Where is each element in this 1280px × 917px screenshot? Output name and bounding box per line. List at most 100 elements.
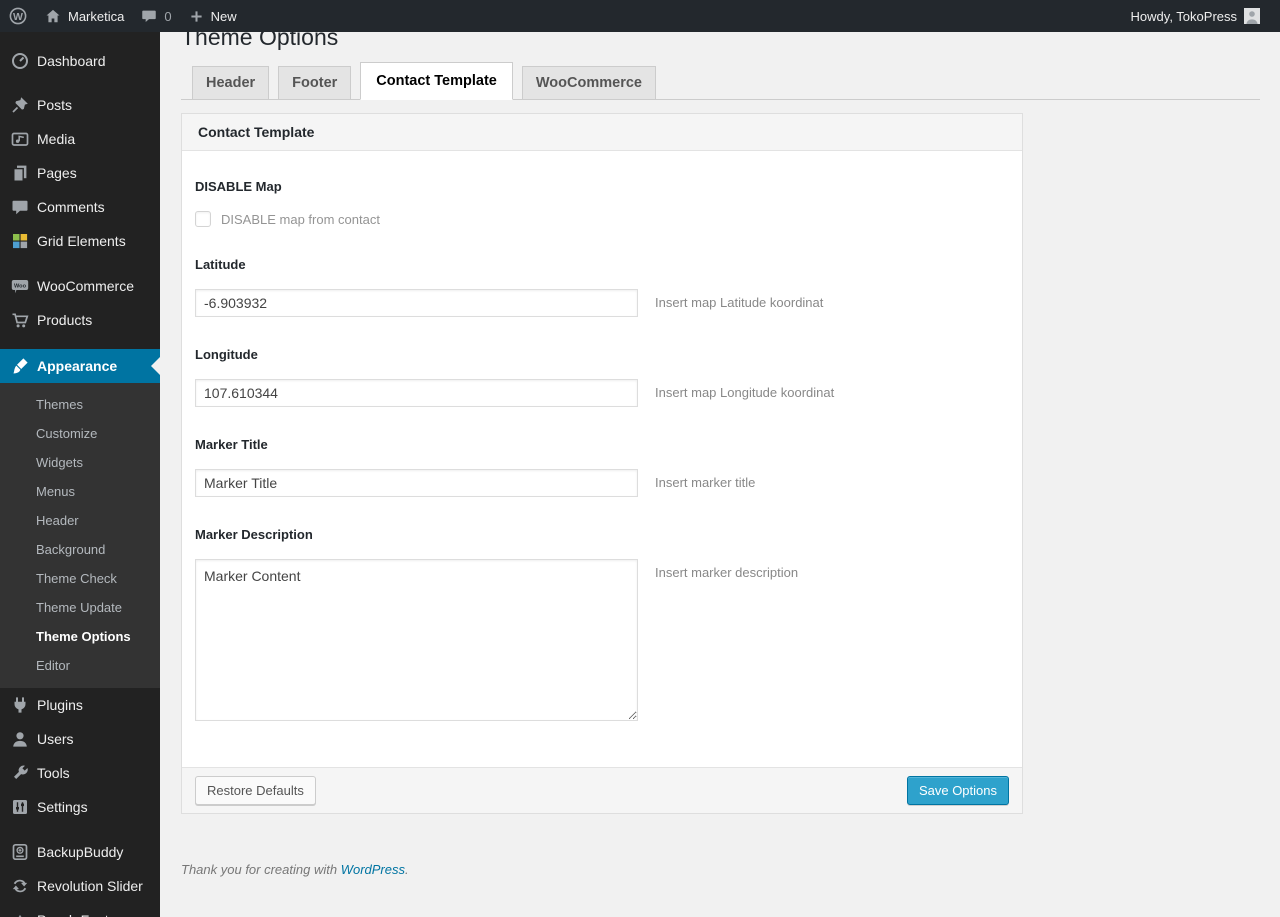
disable-map-checkbox-label: DISABLE map from contact xyxy=(221,211,380,227)
comments-indicator[interactable]: 0 xyxy=(132,0,179,32)
woocommerce-icon: Woo xyxy=(11,280,29,294)
sidebar-item-appearance[interactable]: Appearance xyxy=(0,349,160,383)
disable-map-checkbox[interactable] xyxy=(195,211,211,227)
cart-icon xyxy=(12,313,29,328)
sidebar-item-label: Users xyxy=(37,731,74,747)
sidebar-item-label: Grid Elements xyxy=(37,233,126,249)
disable-map-field: DISABLE Map DISABLE map from contact xyxy=(195,179,1006,227)
submenu-item-header[interactable]: Header xyxy=(0,506,160,535)
sidebar-item-plugins[interactable]: Plugins xyxy=(0,688,160,722)
submenu-item-theme-options[interactable]: Theme Options xyxy=(0,622,160,651)
sidebar-item-media[interactable]: Media xyxy=(0,122,160,156)
paintbrush-icon xyxy=(13,358,28,374)
longitude-field: Longitude Insert map Longitude koordinat xyxy=(195,347,1006,407)
new-label: New xyxy=(210,8,237,24)
sidebar-item-products[interactable]: Products xyxy=(0,303,160,337)
marker-title-label: Marker Title xyxy=(195,437,268,452)
marker-title-field: Marker Title Insert marker title xyxy=(195,437,1006,497)
tab-footer[interactable]: Footer xyxy=(278,66,352,100)
marker-title-hint: Insert marker title xyxy=(655,475,756,490)
sidebar-item-grid-elements[interactable]: Grid Elements xyxy=(0,224,160,258)
new-content-menu[interactable]: New xyxy=(180,0,245,32)
wordpress-logo-menu[interactable]: W xyxy=(0,0,36,32)
sidebar-item-label: Dashboard xyxy=(37,53,106,69)
sidebar-item-pages[interactable]: Pages xyxy=(0,156,160,190)
sidebar-item-punch-fonts[interactable]: A Punch Fonts xyxy=(0,903,160,917)
backup-icon xyxy=(12,843,28,861)
panel-title: Contact Template xyxy=(182,114,1022,151)
user-icon xyxy=(13,732,27,747)
sidebar-item-label: BackupBuddy xyxy=(37,844,124,860)
submenu-item-menus[interactable]: Menus xyxy=(0,477,160,506)
disable-map-label: DISABLE Map xyxy=(195,179,282,194)
howdy-text: Howdy, TokoPress xyxy=(1130,8,1237,24)
footer-period: . xyxy=(405,862,409,877)
pages-icon xyxy=(13,165,27,182)
sidebar-item-comments[interactable]: Comments xyxy=(0,190,160,224)
latitude-input[interactable] xyxy=(195,289,638,317)
submenu-item-customize[interactable]: Customize xyxy=(0,419,160,448)
longitude-input[interactable] xyxy=(195,379,638,407)
submenu-item-widgets[interactable]: Widgets xyxy=(0,448,160,477)
comment-icon xyxy=(12,200,28,215)
main-content: Theme Options Header Footer Contact Temp… xyxy=(160,0,1280,877)
submenu-item-editor[interactable]: Editor xyxy=(0,651,160,680)
sidebar-item-posts[interactable]: Posts xyxy=(0,88,160,122)
footer-thanks-prefix: Thank you for creating with xyxy=(181,862,338,877)
submenu-item-theme-update[interactable]: Theme Update xyxy=(0,593,160,622)
settings-icon xyxy=(13,800,27,814)
menu-separator xyxy=(0,78,160,88)
submenu-item-themes[interactable]: Themes xyxy=(0,390,160,419)
sidebar-item-label: Posts xyxy=(37,97,73,113)
home-icon xyxy=(46,9,60,23)
sidebar-item-label: Comments xyxy=(37,199,105,215)
avatar xyxy=(1244,8,1260,24)
admin-bar: W Marketica 0 New Howdy, TokoPress xyxy=(0,0,1280,32)
media-icon xyxy=(11,132,29,146)
wordpress-logo-icon: W xyxy=(9,7,27,25)
submenu-item-background[interactable]: Background xyxy=(0,535,160,564)
tab-contact-template[interactable]: Contact Template xyxy=(360,62,513,100)
tab-woocommerce[interactable]: WooCommerce xyxy=(521,66,656,100)
panel-footer: Restore Defaults Save Options xyxy=(182,767,1022,813)
sidebar-item-users[interactable]: Users xyxy=(0,722,160,756)
sidebar-item-label: Appearance xyxy=(37,358,118,374)
sidebar-item-label: WooCommerce xyxy=(37,278,134,294)
sidebar-item-revolution-slider[interactable]: Revolution Slider xyxy=(0,869,160,903)
sidebar-item-backupbuddy[interactable]: BackupBuddy xyxy=(0,835,160,869)
comment-count: 0 xyxy=(164,8,172,24)
sidebar-item-label: Media xyxy=(37,131,76,147)
sidebar-item-label: Settings xyxy=(37,799,88,815)
sidebar-item-label: Pages xyxy=(37,165,77,181)
menu-separator xyxy=(0,258,160,269)
plugin-icon xyxy=(14,697,26,713)
sidebar-item-woocommerce[interactable]: Woo WooCommerce xyxy=(0,269,160,303)
longitude-hint: Insert map Longitude koordinat xyxy=(655,385,835,400)
svg-text:Woo: Woo xyxy=(14,283,27,289)
submenu-item-theme-check[interactable]: Theme Check xyxy=(0,564,160,593)
wordpress-link[interactable]: WordPress xyxy=(341,862,405,877)
restore-defaults-button[interactable]: Restore Defaults xyxy=(195,776,316,805)
marker-title-input[interactable] xyxy=(195,469,638,497)
sidebar-item-tools[interactable]: Tools xyxy=(0,756,160,790)
marker-description-hint: Insert marker description xyxy=(655,565,799,580)
latitude-hint: Insert map Latitude koordinat xyxy=(655,295,824,310)
site-name-link[interactable]: Marketica xyxy=(36,0,132,32)
appearance-submenu: Themes Customize Widgets Menus Header Ba… xyxy=(0,383,160,688)
howdy-account-menu[interactable]: Howdy, TokoPress xyxy=(1123,0,1268,32)
letter-a-icon: A xyxy=(15,913,24,917)
svg-text:W: W xyxy=(13,11,23,23)
sidebar-item-settings[interactable]: Settings xyxy=(0,790,160,824)
marker-description-label: Marker Description xyxy=(195,527,313,542)
sidebar-item-label: Products xyxy=(37,312,93,328)
save-options-button[interactable]: Save Options xyxy=(906,776,1009,805)
latitude-field: Latitude Insert map Latitude koordinat xyxy=(195,257,1006,317)
marker-description-textarea[interactable]: Marker Content xyxy=(195,559,638,721)
rotate-arrows-icon xyxy=(12,879,28,893)
dashboard-icon xyxy=(12,53,28,69)
tab-header[interactable]: Header xyxy=(192,66,270,100)
plus-icon xyxy=(190,10,202,22)
admin-sidebar-menu: Dashboard Posts Media Pages Comments Gri… xyxy=(0,32,160,917)
sidebar-item-dashboard[interactable]: Dashboard xyxy=(0,44,160,78)
comment-bubble-icon xyxy=(142,10,157,22)
